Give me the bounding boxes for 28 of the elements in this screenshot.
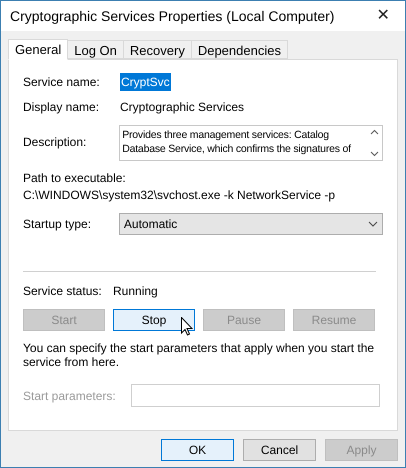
field-label: Service status: <box>23 283 103 300</box>
path-text: C:\WINDOWS\system32\svchost.exe -k NetworkService -p <box>23 188 336 203</box>
description-text: Provides three management services: Catalog Database Service, which confirms the signatures of <box>121 128 352 157</box>
hint-text: You can specify the start parameters that apply when you start the service from here. <box>23 341 376 369</box>
description-box[interactable]: Provides three management services: Catalog Database Service, which confirms the signatures of <box>119 125 383 161</box>
tab[interactable]: Dependencies <box>190 40 288 59</box>
scroll-down-icon[interactable] <box>370 151 378 157</box>
field-label: Service name: <box>23 74 101 91</box>
field-label: Startup type: <box>23 216 92 233</box>
close-button[interactable]: ✕ <box>361 1 405 31</box>
service-status-value: Running <box>113 283 158 300</box>
window-title: Cryptographic Services Properties (Local Computer) <box>10 6 334 26</box>
field-label: Display name: <box>23 99 100 116</box>
field-label: Description: <box>23 134 88 151</box>
tab[interactable]: General <box>8 39 68 60</box>
scroll-up-icon[interactable] <box>370 129 378 135</box>
field-label: Start parameters: <box>23 388 117 404</box>
display-name-value: Cryptographic Services <box>120 99 244 116</box>
button[interactable]: Cancel <box>243 439 316 461</box>
chevron-down-icon <box>368 221 378 227</box>
button[interactable]: OK <box>161 439 234 461</box>
cursor-icon <box>181 317 193 336</box>
button[interactable]: Stop <box>113 309 195 331</box>
service-name-value: CryptSvc <box>120 73 171 91</box>
startup-type-dropdown[interactable]: Automatic <box>118 213 383 235</box>
tab[interactable]: Log On <box>67 40 124 59</box>
field-label: Path to executable: <box>23 171 127 186</box>
tab[interactable]: Recovery <box>122 40 192 59</box>
